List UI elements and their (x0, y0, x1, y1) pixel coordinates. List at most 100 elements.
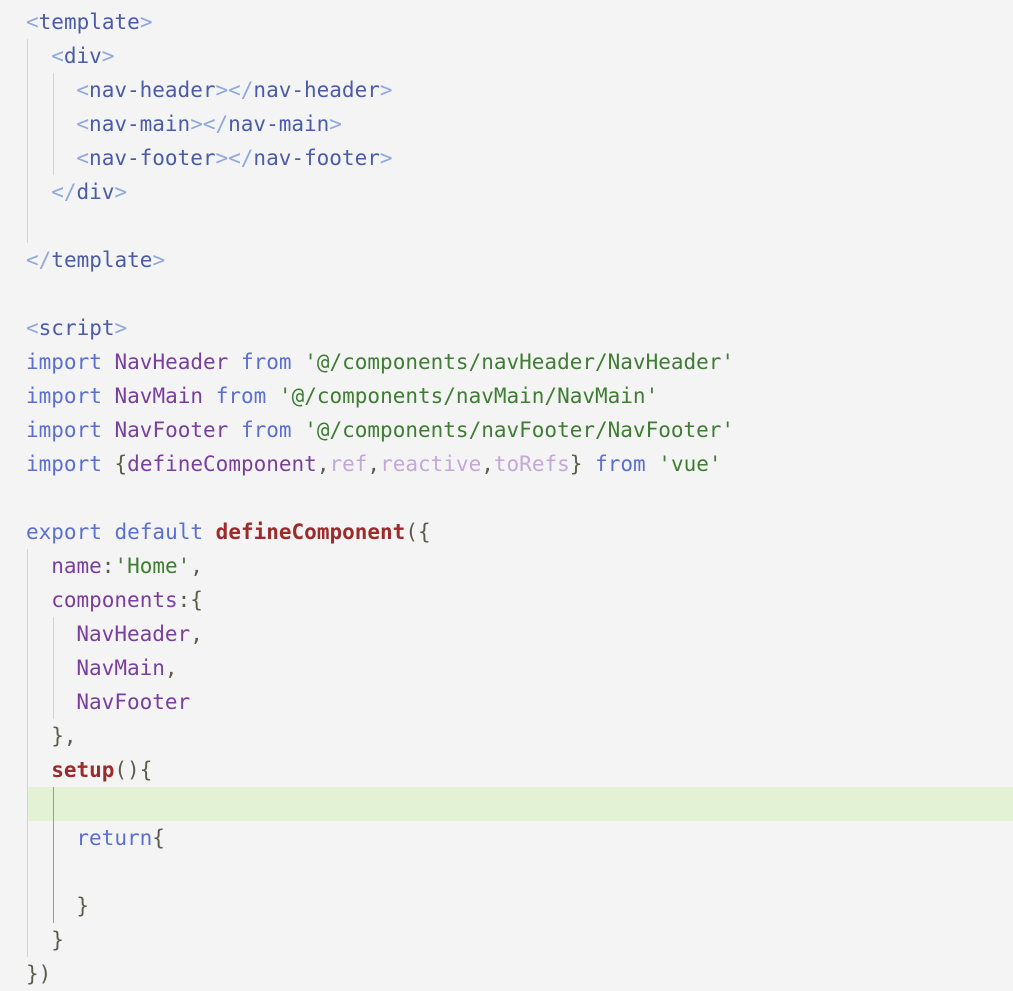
token-keyword: import (26, 384, 102, 408)
token-tag: template (51, 248, 153, 272)
token-ident: components (51, 588, 178, 612)
token-punct (292, 350, 305, 374)
token-tag: div (76, 180, 115, 204)
token-bracket: </ (26, 248, 52, 272)
token-bracket: > (101, 44, 115, 68)
token-tag: nav-main (89, 112, 191, 136)
token-punct: } (51, 928, 64, 952)
token-punct (228, 350, 241, 374)
token-bracket: < (51, 44, 64, 68)
token-punct: { (152, 826, 165, 850)
token-faded: reactive (380, 452, 482, 476)
token-bracket: </ (51, 180, 77, 204)
token-keyword: from (215, 384, 267, 408)
token-tag: template (38, 10, 140, 34)
code-line[interactable]: }, (51, 719, 76, 753)
token-string: '@/components/navHeader/NavHeader' (304, 350, 735, 374)
token-bracket: > (329, 112, 342, 136)
code-line[interactable]: <template> (26, 5, 152, 39)
code-line[interactable]: <div> (51, 39, 114, 73)
token-punct: : (101, 554, 115, 578)
token-bracket: > (114, 180, 128, 204)
token-keyword: import (26, 418, 102, 442)
code-line[interactable]: NavFooter (76, 685, 190, 719)
token-tag: div (63, 44, 102, 68)
token-string: 'Home' (114, 554, 191, 578)
token-punct (203, 384, 216, 408)
code-line[interactable]: <nav-footer></nav-footer> (76, 141, 392, 175)
token-string: '@/components/navFooter/NavFooter' (304, 418, 735, 442)
code-line[interactable]: import NavMain from '@/components/navMai… (26, 379, 658, 413)
token-keyword: from (240, 350, 292, 374)
token-bracket: > (139, 10, 153, 34)
token-faded: ref (329, 452, 368, 476)
token-string: 'vue' (658, 452, 722, 476)
token-ident: NavFooter (76, 690, 191, 714)
code-surface[interactable]: <template> <div> <nav-header></nav-header>… (0, 0, 1013, 986)
token-punct: ({ (405, 520, 431, 544)
code-line[interactable]: <nav-header></nav-header> (76, 73, 392, 107)
token-func: setup (51, 758, 115, 782)
code-line[interactable]: import NavHeader from '@/components/navH… (26, 345, 734, 379)
token-keyword: import (26, 452, 102, 476)
code-line[interactable]: </template> (26, 243, 165, 277)
code-line[interactable]: NavHeader, (76, 617, 202, 651)
token-punct (102, 384, 115, 408)
code-line[interactable]: <nav-main></nav-main> (76, 107, 342, 141)
token-ident: name (51, 554, 102, 578)
token-punct: } (569, 452, 583, 476)
token-bracket: ></ (215, 78, 254, 102)
token-tag: nav-main (228, 112, 330, 136)
code-line[interactable]: import {defineComponent,ref,reactive,toR… (26, 447, 722, 481)
token-tag: nav-footer (253, 146, 380, 170)
token-punct: }) (26, 962, 52, 986)
token-keyword: from (240, 418, 292, 442)
token-punct (102, 418, 115, 442)
code-line[interactable]: name:'Home', (51, 549, 203, 583)
indent-guide (27, 549, 28, 957)
token-punct (102, 350, 115, 374)
token-keyword: export default (26, 520, 204, 544)
token-faded: toRefs (493, 452, 570, 476)
code-line[interactable]: return{ (76, 821, 165, 855)
token-punct (228, 418, 241, 442)
token-tag: nav-header (253, 78, 380, 102)
token-tag: script (38, 316, 115, 340)
token-ident: NavHeader (114, 350, 229, 374)
token-ident: NavHeader (76, 622, 191, 646)
token-bracket: ></ (190, 112, 229, 136)
token-bracket: ></ (215, 146, 254, 170)
token-punct: , (190, 622, 203, 646)
code-line[interactable]: <script> (26, 311, 127, 345)
token-punct (266, 384, 279, 408)
token-punct: (){ (114, 758, 153, 782)
indent-guide (53, 617, 54, 719)
token-bracket: < (76, 78, 90, 102)
token-func: defineComponent (215, 520, 406, 544)
token-punct (203, 520, 216, 544)
token-punct: , (190, 554, 203, 578)
token-bracket: < (26, 10, 39, 34)
token-punct (582, 452, 595, 476)
token-punct: , (367, 452, 381, 476)
code-line[interactable]: setup(){ (51, 753, 152, 787)
indent-guide (53, 73, 54, 175)
indent-guide (53, 787, 54, 923)
token-punct (102, 452, 115, 476)
code-editor[interactable]: <template> <div> <nav-header></nav-header>… (0, 0, 1013, 986)
token-ident: NavMain (114, 384, 204, 408)
token-punct (646, 452, 659, 476)
code-line[interactable]: </div> (51, 175, 127, 209)
current-line-highlight (27, 787, 1013, 821)
code-line[interactable]: } (51, 923, 64, 957)
token-bracket: > (152, 248, 166, 272)
token-string: '@/components/navMain/NavMain' (278, 384, 659, 408)
code-line[interactable]: } (76, 889, 89, 923)
token-bracket: > (114, 316, 128, 340)
token-punct: , (481, 452, 494, 476)
code-line[interactable]: NavMain, (76, 651, 177, 685)
code-line[interactable]: components:{ (51, 583, 203, 617)
token-punct (292, 418, 305, 442)
code-line[interactable]: import NavFooter from '@/components/navF… (26, 413, 734, 447)
code-line[interactable]: export default defineComponent({ (26, 515, 431, 549)
